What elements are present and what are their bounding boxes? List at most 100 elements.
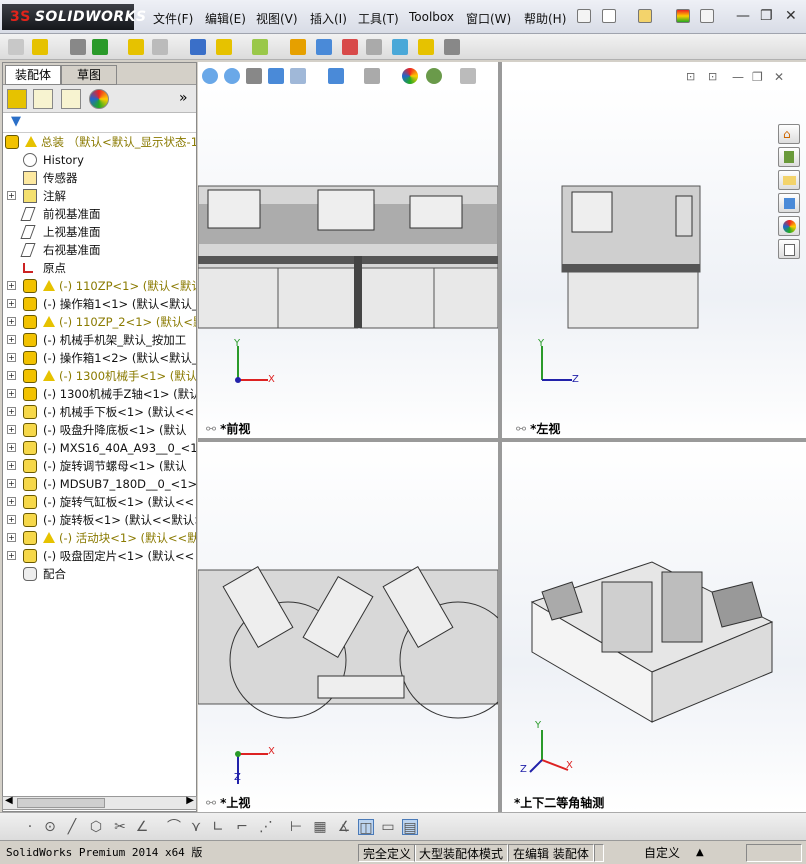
close-icon[interactable]: ✕ (785, 8, 797, 24)
tree-item[interactable]: + (-) 旋转调节螺母<1> (默认 (3, 457, 196, 475)
trim-icon[interactable]: ✂ (112, 819, 128, 835)
smart-fasteners-icon[interactable] (128, 39, 144, 55)
edit-appearance-icon[interactable] (402, 68, 418, 84)
property-manager-icon[interactable] (33, 89, 53, 109)
units-custom[interactable]: 自定义 (640, 844, 684, 862)
section-view-icon[interactable] (268, 68, 284, 84)
new-document-icon[interactable] (602, 9, 616, 23)
smart-dimension-icon[interactable]: ⊢ (288, 819, 304, 835)
expand-toggle-icon[interactable]: + (7, 299, 16, 308)
tree-item[interactable]: + (-) 机械手机架_默认_按加工 (3, 331, 196, 349)
expand-toggle-icon[interactable]: + (7, 425, 16, 434)
scroll-right-icon[interactable]: ▶ (186, 795, 194, 806)
solidworks-resources-icon[interactable]: ⌂ (778, 124, 800, 144)
filter-icon[interactable]: ▼ (11, 114, 21, 129)
interference-detection-icon[interactable] (392, 39, 408, 55)
tree-item[interactable]: 传感器 (3, 169, 196, 187)
open-folder-icon[interactable] (638, 9, 652, 23)
display-style-icon[interactable] (328, 68, 344, 84)
view-palette-icon[interactable] (778, 193, 800, 213)
viewport-horizontal-splitter[interactable] (198, 438, 806, 442)
expand-toggle-icon[interactable]: + (7, 389, 16, 398)
tab-assembly[interactable]: 装配体 (5, 65, 61, 85)
tree-item[interactable]: + (-) MDSUB7_180D__0_<1> (默 (3, 475, 196, 493)
expand-toggle-icon[interactable]: + (7, 515, 16, 524)
restore-icon[interactable]: ❐ (760, 8, 773, 24)
tree-item[interactable]: 右视基准面 (3, 241, 196, 259)
new-motion-study-icon[interactable] (290, 39, 306, 55)
viewport-vertical-splitter[interactable] (498, 62, 502, 812)
tree-item[interactable]: + (-) 旋转板<1> (默认<<默认> (3, 511, 196, 529)
menu-tools[interactable]: 工具(T) (358, 10, 399, 27)
pin-icon[interactable] (577, 9, 591, 23)
view-link-icon[interactable]: ⊡ (686, 70, 695, 83)
viewport-restore-icon[interactable]: ❐ (752, 70, 763, 84)
graphics-area[interactable]: ⊡ ⊡ — ❐ ✕ Y X ⚯ *前视 Y Z ⚯ *左视 X Z ⚯ *上视 … (198, 62, 806, 812)
offset-icon[interactable]: ⌒ (166, 819, 182, 835)
tab-sketch[interactable]: 草图 (61, 65, 117, 85)
isometric-view-pane[interactable]: Y X Z *上下二等角轴测 (502, 442, 806, 812)
four-view-icon[interactable]: ▤ (402, 819, 418, 836)
expand-arrows-icon[interactable]: » (179, 90, 188, 106)
menu-toolbox[interactable]: Toolbox (409, 10, 454, 24)
reference-geometry-icon[interactable] (252, 39, 268, 55)
rebuild-traffic-light-icon[interactable] (676, 9, 690, 23)
file-explorer-icon[interactable] (778, 170, 800, 190)
tree-item[interactable]: + (-) MXS16_40A_A93__0_<1> ( (3, 439, 196, 457)
expand-toggle-icon[interactable]: + (7, 551, 16, 560)
tree-item[interactable]: + (-) 吸盘固定片<1> (默认<< (3, 547, 196, 565)
zoom-to-area-icon[interactable] (224, 68, 240, 84)
view-unlink-icon[interactable]: ⊡ (708, 70, 717, 83)
design-library-icon[interactable] (778, 147, 800, 167)
expand-toggle-icon[interactable]: + (7, 281, 16, 290)
hide-show-items-icon[interactable] (364, 68, 380, 84)
view-settings-icon[interactable] (460, 68, 476, 84)
tree-item[interactable]: + (-) 110ZP<1> (默认<默认> (3, 277, 196, 295)
scroll-thumb[interactable] (17, 798, 105, 808)
expand-toggle-icon[interactable]: + (7, 479, 16, 488)
polygon-icon[interactable]: ⬡ (88, 819, 104, 835)
line-icon[interactable]: ╱ (64, 819, 80, 835)
3d-box-icon[interactable]: ◫ (358, 819, 374, 836)
extend-icon[interactable]: ∠ (134, 819, 150, 835)
fillet-icon[interactable]: ∟ (210, 819, 226, 835)
units-dropdown-icon[interactable]: ▲ (692, 844, 708, 862)
circle-icon[interactable]: ⊙ (42, 819, 58, 835)
expand-toggle-icon[interactable]: + (7, 461, 16, 470)
expand-toggle-icon[interactable]: + (7, 371, 16, 380)
configuration-manager-icon[interactable] (61, 89, 81, 109)
tree-item[interactable]: History (3, 151, 196, 169)
exploded-view-icon[interactable] (342, 39, 358, 55)
explode-line-sketch-icon[interactable] (366, 39, 382, 55)
menu-edit[interactable]: 编辑(E) (205, 10, 246, 27)
move-component-icon[interactable] (152, 39, 168, 55)
solidworks-logo[interactable]: 3S SOLIDWORKS (2, 4, 146, 30)
new-assembly-icon[interactable] (8, 39, 24, 55)
assembly-features-icon[interactable] (216, 39, 232, 55)
tree-item[interactable]: + 注解 (3, 187, 196, 205)
tree-item[interactable]: + (-) 旋转气缸板<1> (默认<< (3, 493, 196, 511)
feature-manager-icon[interactable] (7, 89, 27, 109)
expand-toggle-icon[interactable]: + (7, 533, 16, 542)
point-icon[interactable]: · (22, 819, 38, 835)
top-view-pane[interactable]: X Z ⚯ *上视 (198, 442, 498, 812)
tree-item[interactable]: 配合 (3, 565, 196, 583)
menu-insert[interactable]: 插入(I) (310, 10, 347, 27)
custom-properties-icon[interactable] (778, 239, 800, 259)
tree-item[interactable]: 上视基准面 (3, 223, 196, 241)
hole-alignment-icon[interactable] (444, 39, 460, 55)
apply-scene-icon[interactable] (426, 68, 442, 84)
tree-item[interactable]: + (-) 吸盘升降底板<1> (默认 (3, 421, 196, 439)
tree-horizontal-scrollbar[interactable]: ◀ ▶ (2, 795, 197, 810)
expand-toggle-icon[interactable]: + (7, 497, 16, 506)
single-view-icon[interactable]: ▭ (380, 819, 396, 835)
front-view-pane[interactable]: Y X ⚯ *前视 (198, 86, 498, 438)
tree-item[interactable]: + (-) 1300机械手<1> (默认<默 (3, 367, 196, 385)
previous-view-icon[interactable] (246, 68, 262, 84)
corner-icon[interactable]: ⌐ (234, 819, 250, 835)
menu-help[interactable]: 帮助(H) (524, 10, 566, 27)
tree-item[interactable]: + (-) 操作箱1<1> (默认<默认_ (3, 295, 196, 313)
mirror-icon[interactable]: ⋎ (188, 819, 204, 835)
help-icon[interactable] (700, 9, 714, 23)
expand-toggle-icon[interactable]: + (7, 443, 16, 452)
